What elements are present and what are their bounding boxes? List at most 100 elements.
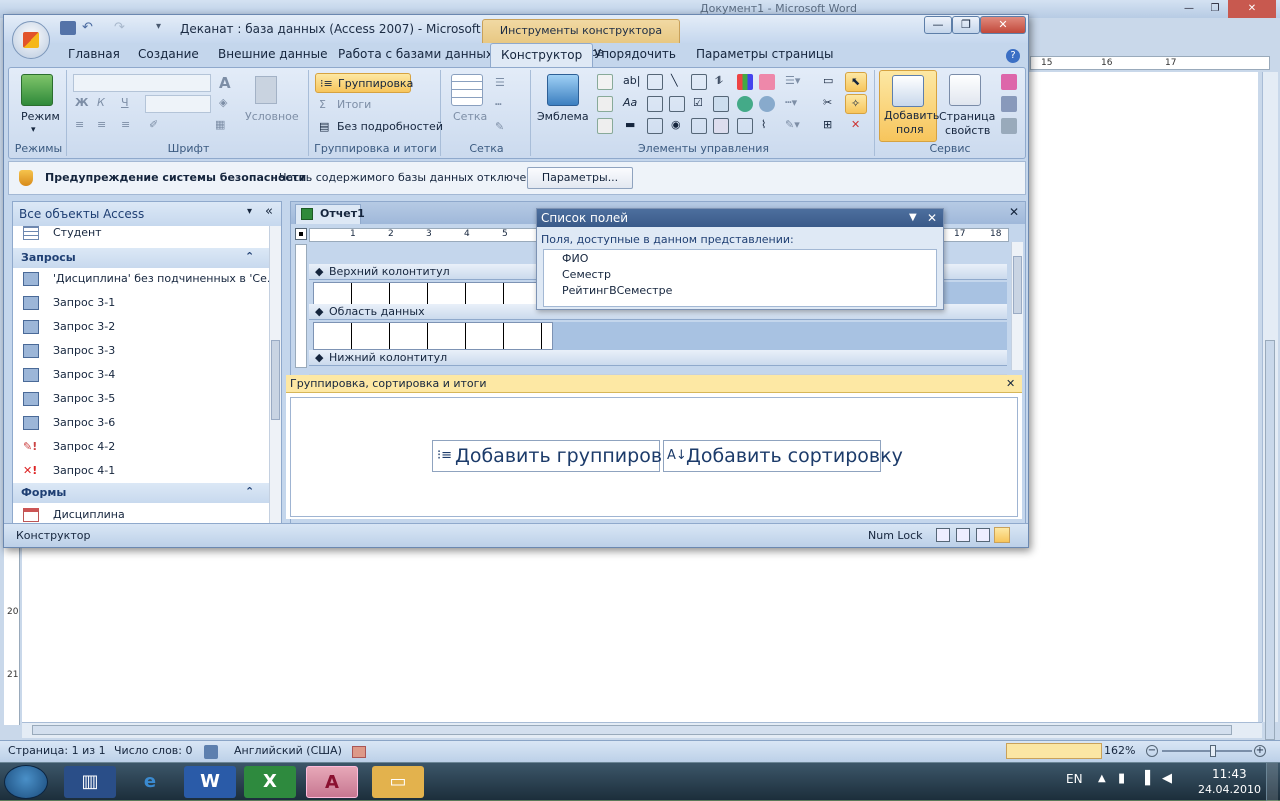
- fill-color-icon[interactable]: ◈: [219, 96, 227, 109]
- word-horizontal-scrollbar[interactable]: [22, 722, 1262, 738]
- nav-section-queries[interactable]: Запросы ⌃: [13, 248, 269, 268]
- start-button[interactable]: [4, 765, 48, 799]
- design-view-icon[interactable]: [994, 527, 1010, 543]
- tab-external-data[interactable]: Внешние данные: [218, 47, 327, 61]
- spellcheck-icon[interactable]: [204, 745, 218, 759]
- nav-scrollbar[interactable]: [269, 226, 281, 530]
- line-icon[interactable]: ╲: [671, 74, 678, 87]
- align-center-icon[interactable]: ≡: [97, 118, 106, 131]
- clock-date[interactable]: 24.04.2010: [1198, 783, 1261, 796]
- layout-view-icon[interactable]: [976, 528, 990, 542]
- explorer-folder-icon[interactable]: ▭: [372, 766, 424, 798]
- hide-details-button[interactable]: Без подробностей: [337, 120, 443, 133]
- field-item[interactable]: Семестр: [562, 268, 611, 281]
- field-list-menu-icon[interactable]: ▼: [909, 209, 917, 227]
- zoom-slider[interactable]: − +: [1146, 745, 1266, 757]
- show-hidden-icons[interactable]: ▲: [1098, 773, 1106, 784]
- volume-icon[interactable]: ◀: [1162, 771, 1172, 786]
- report-selector[interactable]: [295, 228, 307, 240]
- tab-order-icon[interactable]: [1001, 74, 1017, 90]
- collapse-section-icon[interactable]: ⌃: [245, 250, 254, 263]
- toggle-button-icon[interactable]: [691, 74, 707, 90]
- macro-icon[interactable]: [352, 746, 366, 758]
- group-sort-close-icon[interactable]: ✕: [1006, 375, 1015, 393]
- undo-icon[interactable]: ↶: [82, 20, 93, 35]
- library-app-icon[interactable]: ▥: [64, 766, 116, 798]
- format-painter-icon[interactable]: ✐: [149, 118, 158, 131]
- font-name-combo[interactable]: [73, 74, 211, 92]
- help-icon[interactable]: ?: [1006, 49, 1020, 63]
- tab-control-icon[interactable]: [713, 96, 729, 112]
- tab-arrange[interactable]: Упорядочить: [594, 47, 676, 61]
- view-buttons[interactable]: [1006, 743, 1102, 759]
- checkbox-icon[interactable]: ☑: [693, 96, 703, 109]
- page-number-icon[interactable]: [597, 74, 613, 90]
- property-sheet-label-1[interactable]: Страница: [939, 110, 995, 123]
- font-color-icon[interactable]: A: [219, 74, 231, 92]
- align-left-icon[interactable]: ≡: [75, 118, 84, 131]
- logo-icon[interactable]: [547, 74, 579, 106]
- access-restore-button[interactable]: ❐: [952, 16, 980, 34]
- report-vertical-scrollbar[interactable]: [1011, 242, 1023, 370]
- gridlines-font-icon[interactable]: ▦: [215, 118, 225, 131]
- align-right-icon[interactable]: ≡: [121, 118, 130, 131]
- line-thickness2-icon[interactable]: ☰▾: [785, 74, 800, 87]
- date-time-icon[interactable]: [597, 118, 613, 134]
- word-close-button[interactable]: ✕: [1228, 0, 1276, 18]
- underline-icon[interactable]: Ч: [121, 96, 129, 109]
- label-icon[interactable]: Aa: [623, 96, 637, 109]
- field-item[interactable]: ФИО: [562, 252, 588, 265]
- nav-item-update-query[interactable]: ✎! Запрос 4-2: [13, 436, 269, 458]
- add-group-button[interactable]: ⁝≡ Добавить группировку: [432, 440, 685, 472]
- attachment-icon[interactable]: ⌇: [761, 118, 766, 131]
- tab-page-setup[interactable]: Параметры страницы: [696, 47, 834, 61]
- nav-item-query[interactable]: Запрос 3-3: [13, 340, 269, 362]
- bold-icon[interactable]: Ж: [75, 96, 88, 109]
- field-list-close-icon[interactable]: ✕: [927, 209, 937, 227]
- select-pointer-button[interactable]: ⬉: [845, 72, 867, 92]
- nav-section-forms[interactable]: Формы ⌃: [13, 483, 269, 503]
- add-fields-button[interactable]: Добавить поля: [879, 70, 939, 142]
- view-mode-dropdown-icon[interactable]: ▾: [31, 125, 36, 135]
- totals-button[interactable]: Итоги: [337, 98, 371, 111]
- property-sheet-icon[interactable]: [949, 74, 981, 106]
- control-wizards-button[interactable]: ✧: [845, 94, 867, 114]
- web-icon[interactable]: [759, 96, 775, 112]
- access-minimize-button[interactable]: —: [924, 16, 952, 34]
- grid-button[interactable]: Сетка: [453, 110, 487, 123]
- report-tab[interactable]: Отчет1: [295, 204, 365, 224]
- rectangle-icon[interactable]: [669, 96, 685, 112]
- insert-icon[interactable]: ▭: [823, 74, 833, 87]
- word-app-icon[interactable]: W: [184, 766, 236, 798]
- field-item[interactable]: РейтингВСеместре: [562, 284, 672, 297]
- activex-icon[interactable]: ✂: [823, 96, 832, 109]
- line-type-icon[interactable]: ┅: [495, 98, 502, 111]
- print-preview-icon[interactable]: [956, 528, 970, 542]
- nav-collapse-icon[interactable]: «: [265, 204, 273, 219]
- view-mode-label[interactable]: Режим: [21, 110, 60, 123]
- grid-icon[interactable]: [451, 74, 483, 106]
- word-minimize-button[interactable]: —: [1176, 0, 1202, 18]
- word-vertical-scrollbar[interactable]: [1262, 72, 1278, 740]
- section-page-footer[interactable]: ◆ Нижний колонтитул: [309, 350, 1007, 366]
- property-icon[interactable]: ⊞: [823, 118, 832, 131]
- textbox-icon[interactable]: ab|: [623, 74, 640, 87]
- report-view-icon[interactable]: [936, 528, 950, 542]
- zoom-level[interactable]: 162%: [1104, 744, 1135, 757]
- word-maximize-button[interactable]: ❐: [1202, 0, 1228, 18]
- nav-item-query[interactable]: Запрос 3-5: [13, 388, 269, 410]
- tab-create[interactable]: Создание: [138, 47, 199, 61]
- radio-button-icon[interactable]: ◉: [671, 118, 681, 131]
- usb-icon[interactable]: ▮: [1118, 771, 1125, 786]
- image-icon[interactable]: [713, 118, 729, 134]
- remove-layout-icon[interactable]: ✕: [851, 118, 860, 131]
- tab-home[interactable]: Главная: [68, 47, 120, 61]
- save-icon[interactable]: [60, 21, 76, 35]
- subform-icon[interactable]: [691, 118, 707, 134]
- excel-app-icon[interactable]: X: [244, 766, 296, 798]
- logo-button[interactable]: Эмблема: [537, 110, 589, 123]
- clock-time[interactable]: 11:43: [1212, 767, 1247, 781]
- nav-item-query[interactable]: Запрос 3-4: [13, 364, 269, 386]
- nav-dropdown-icon[interactable]: ▾: [247, 206, 252, 217]
- chart-icon[interactable]: [737, 74, 753, 90]
